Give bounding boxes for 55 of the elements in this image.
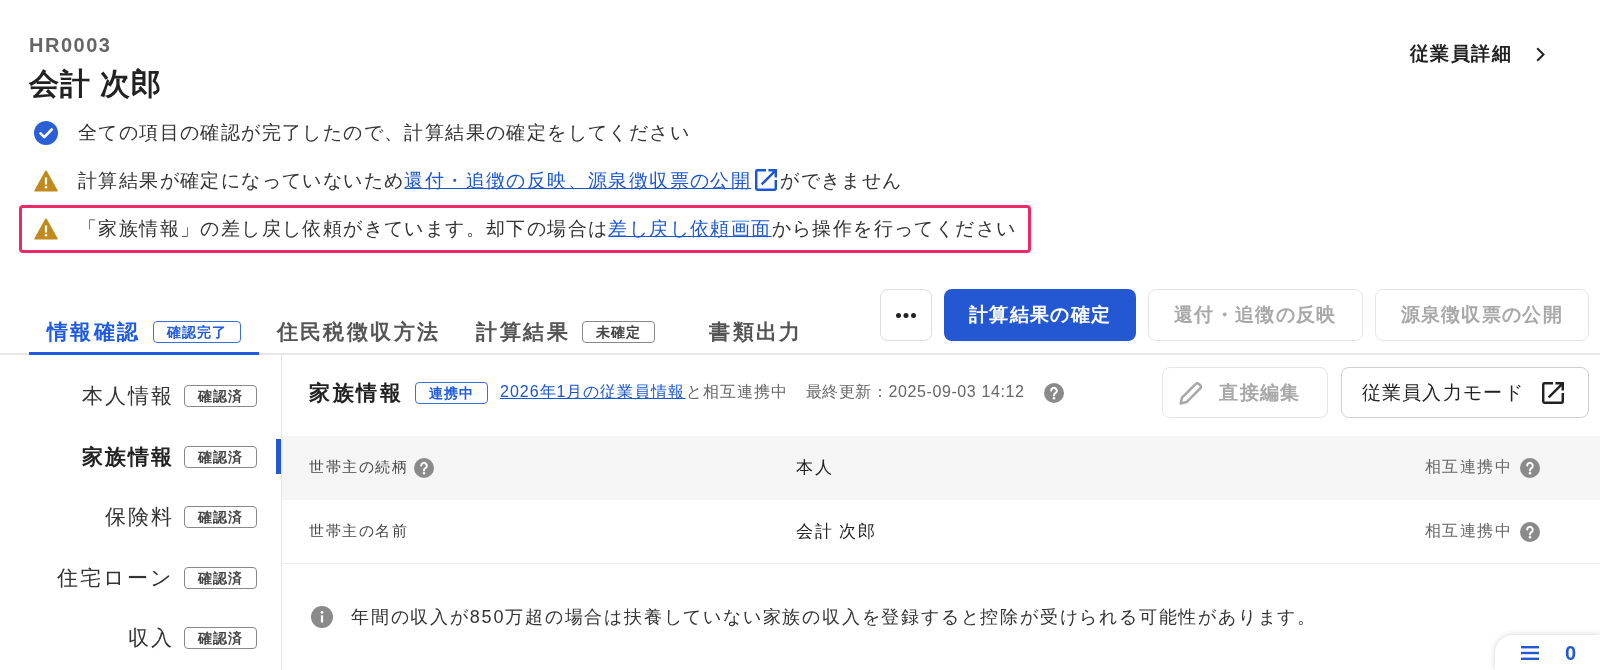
status-badge: 確認済 [184, 627, 257, 650]
sync-status-text: 2026年1月の従業員情報 と相互連携中 [500, 382, 788, 402]
alert-message: 計算結果が確定になっていないため還付・追徴の反映、源泉徴収票の公開 ができません [78, 168, 903, 193]
last-updated-text: 最終更新：2025-09-03 14:12 [805, 382, 1025, 402]
alert-message: 全ての項目の確認が完了したので、計算結果の確定をしてください [78, 121, 690, 145]
field-value: 本人 [796, 457, 833, 479]
alert-link[interactable]: 還付・追徴の反映、源泉徴収票の公開 [404, 170, 781, 191]
sidebar-item[interactable]: 収入 確認済 [0, 608, 281, 669]
more-button[interactable] [880, 289, 933, 341]
sidebar-item[interactable]: 本人情報 確認済 [0, 366, 281, 427]
info-note: 年間の収入が850万超の場合は扶養していない家族の収入を登録すると控除が受けられる可能性があります。 [351, 606, 1318, 629]
info-icon [311, 606, 333, 628]
sync-state: 相互連携中 [1425, 521, 1512, 541]
status-badge: 確認済 [184, 445, 257, 468]
section-title: 家族情報 [309, 379, 403, 406]
warning-icon [34, 170, 58, 192]
employee-name: 会計 次郎 [29, 67, 163, 101]
status-badge: 未確定 [582, 320, 656, 343]
warning-icon [34, 218, 58, 240]
status-badge: 確認完了 [152, 320, 241, 343]
count-text: 0 [1564, 642, 1576, 664]
confirm-button[interactable]: 計算結果の確定 [944, 289, 1137, 341]
sidebar-item[interactable]: 家族情報 確認済 [0, 426, 281, 487]
status-badge: 確認済 [184, 506, 257, 529]
pencil-icon [1179, 380, 1204, 405]
field-label: 世帯主の名前 [309, 522, 408, 541]
check-circle-icon [34, 121, 58, 145]
alert-link[interactable]: 差し戻し依頼画面 [608, 218, 772, 239]
sidebar-item[interactable]: 保険料 確認済 [0, 487, 281, 548]
external-link-icon [1542, 381, 1564, 404]
tab[interactable]: 計算結果 未確定 [458, 305, 674, 355]
employee-detail-link[interactable]: 従業員詳細 [1410, 42, 1545, 66]
active-indicator [276, 439, 281, 475]
field-value: 会計 次郎 [796, 521, 877, 543]
tab[interactable]: 書類出力 [673, 305, 840, 355]
tab[interactable]: 住民税徴収方法 [258, 305, 459, 355]
sidebar-item[interactable]: 住宅ローン 確認済 [0, 547, 281, 608]
employee-code: HR0003 [29, 33, 112, 57]
status-badge: 確認済 [184, 385, 257, 408]
status-badge: 確認済 [184, 566, 257, 589]
help-icon [1044, 382, 1065, 403]
more-dots-icon [896, 312, 917, 318]
chevron-right-icon [1536, 46, 1545, 62]
help-icon [414, 457, 434, 478]
list-icon [1520, 646, 1539, 660]
field-label: 世帯主の続柄 [309, 458, 408, 477]
status-badge: 連携中 [415, 381, 488, 404]
input-mode-button[interactable]: 従業員入力モード [1340, 367, 1589, 418]
help-icon [1520, 457, 1540, 478]
help-icon [1520, 521, 1540, 542]
employee-info-link[interactable]: 2026年1月の従業員情報 [500, 383, 686, 400]
sync-state: 相互連携中 [1425, 457, 1512, 477]
alert-message: 「家族情報」の差し戻し依頼がきています。却下の場合は差し戻し依頼画面から操作を行ってください [78, 217, 1017, 241]
tab[interactable]: 情報確認 確認完了 [29, 305, 259, 355]
external-link-icon [755, 169, 778, 191]
